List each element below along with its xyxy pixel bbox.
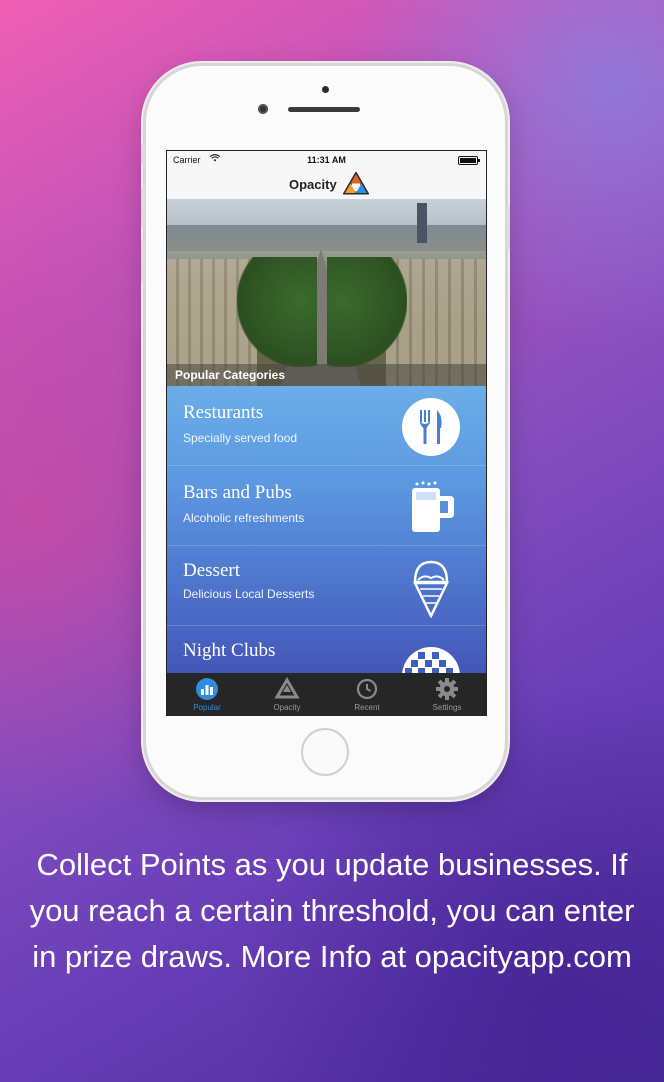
tab-label: Opacity xyxy=(273,703,301,712)
status-time: 11:31 AM xyxy=(307,155,346,165)
category-title: Bars and Pubs xyxy=(183,482,292,503)
tab-popular[interactable]: Popular xyxy=(167,673,247,715)
gear-icon xyxy=(436,678,458,700)
category-row-restaurants[interactable]: Resturants Specially served food xyxy=(167,386,486,466)
category-subtitle: Specially served food xyxy=(183,431,298,445)
status-bar: Carrier 11:31 AM xyxy=(167,151,486,169)
disco-ball-icon xyxy=(402,647,460,673)
volume-up-button xyxy=(141,186,145,228)
home-button[interactable] xyxy=(301,728,349,776)
tab-label: Popular xyxy=(193,703,221,712)
hero-tower xyxy=(417,203,427,243)
mute-switch xyxy=(141,144,145,166)
tab-label: Recent xyxy=(354,703,380,712)
hero-trees-right xyxy=(327,257,407,367)
category-title: Resturants xyxy=(183,402,264,423)
volume-down-button xyxy=(141,240,145,282)
hero-trees-left xyxy=(237,257,317,367)
tab-settings[interactable]: Settings xyxy=(407,673,486,715)
category-subtitle: Delicious Local Desserts xyxy=(183,587,315,601)
utensils-icon xyxy=(402,398,460,456)
hero-skyline xyxy=(167,225,486,251)
opacity-logo-icon xyxy=(343,172,369,195)
tab-label: Settings xyxy=(432,703,462,712)
phone-screen: Carrier 11:31 AM Opacity Popular Categor… xyxy=(166,150,487,716)
tab-bar: Popular Opacity Recent Settings xyxy=(167,673,486,715)
earpiece-speaker xyxy=(288,107,360,112)
opacity-logo-icon xyxy=(274,677,300,699)
clock-icon xyxy=(356,678,378,700)
proximity-sensor xyxy=(322,86,329,93)
front-camera xyxy=(258,104,268,114)
category-list[interactable]: Resturants Specially served food Bars an… xyxy=(167,386,486,673)
category-title: Dessert xyxy=(183,560,240,581)
nav-bar: Opacity xyxy=(167,169,486,199)
popular-icon xyxy=(196,678,218,700)
category-title: Night Clubs xyxy=(183,640,276,661)
battery-icon xyxy=(458,156,480,165)
category-row-night-clubs[interactable]: Night Clubs xyxy=(167,626,486,673)
beer-mug-icon xyxy=(412,481,454,532)
promo-caption: Collect Points as you update businesses.… xyxy=(29,847,635,974)
category-row-bars-and-pubs[interactable]: Bars and Pubs Alcoholic refreshments xyxy=(167,466,486,546)
category-row-dessert[interactable]: Dessert Delicious Local Desserts xyxy=(167,546,486,626)
section-title: Popular Categories xyxy=(175,368,286,382)
tab-recent[interactable]: Recent xyxy=(327,673,407,715)
ice-cream-icon xyxy=(413,560,449,618)
hero-image: Popular Categories xyxy=(167,199,486,386)
power-button xyxy=(506,206,510,250)
tab-opacity[interactable]: Opacity xyxy=(247,673,327,715)
app-title: Opacity xyxy=(289,177,337,192)
category-subtitle: Alcoholic refreshments xyxy=(183,511,305,525)
